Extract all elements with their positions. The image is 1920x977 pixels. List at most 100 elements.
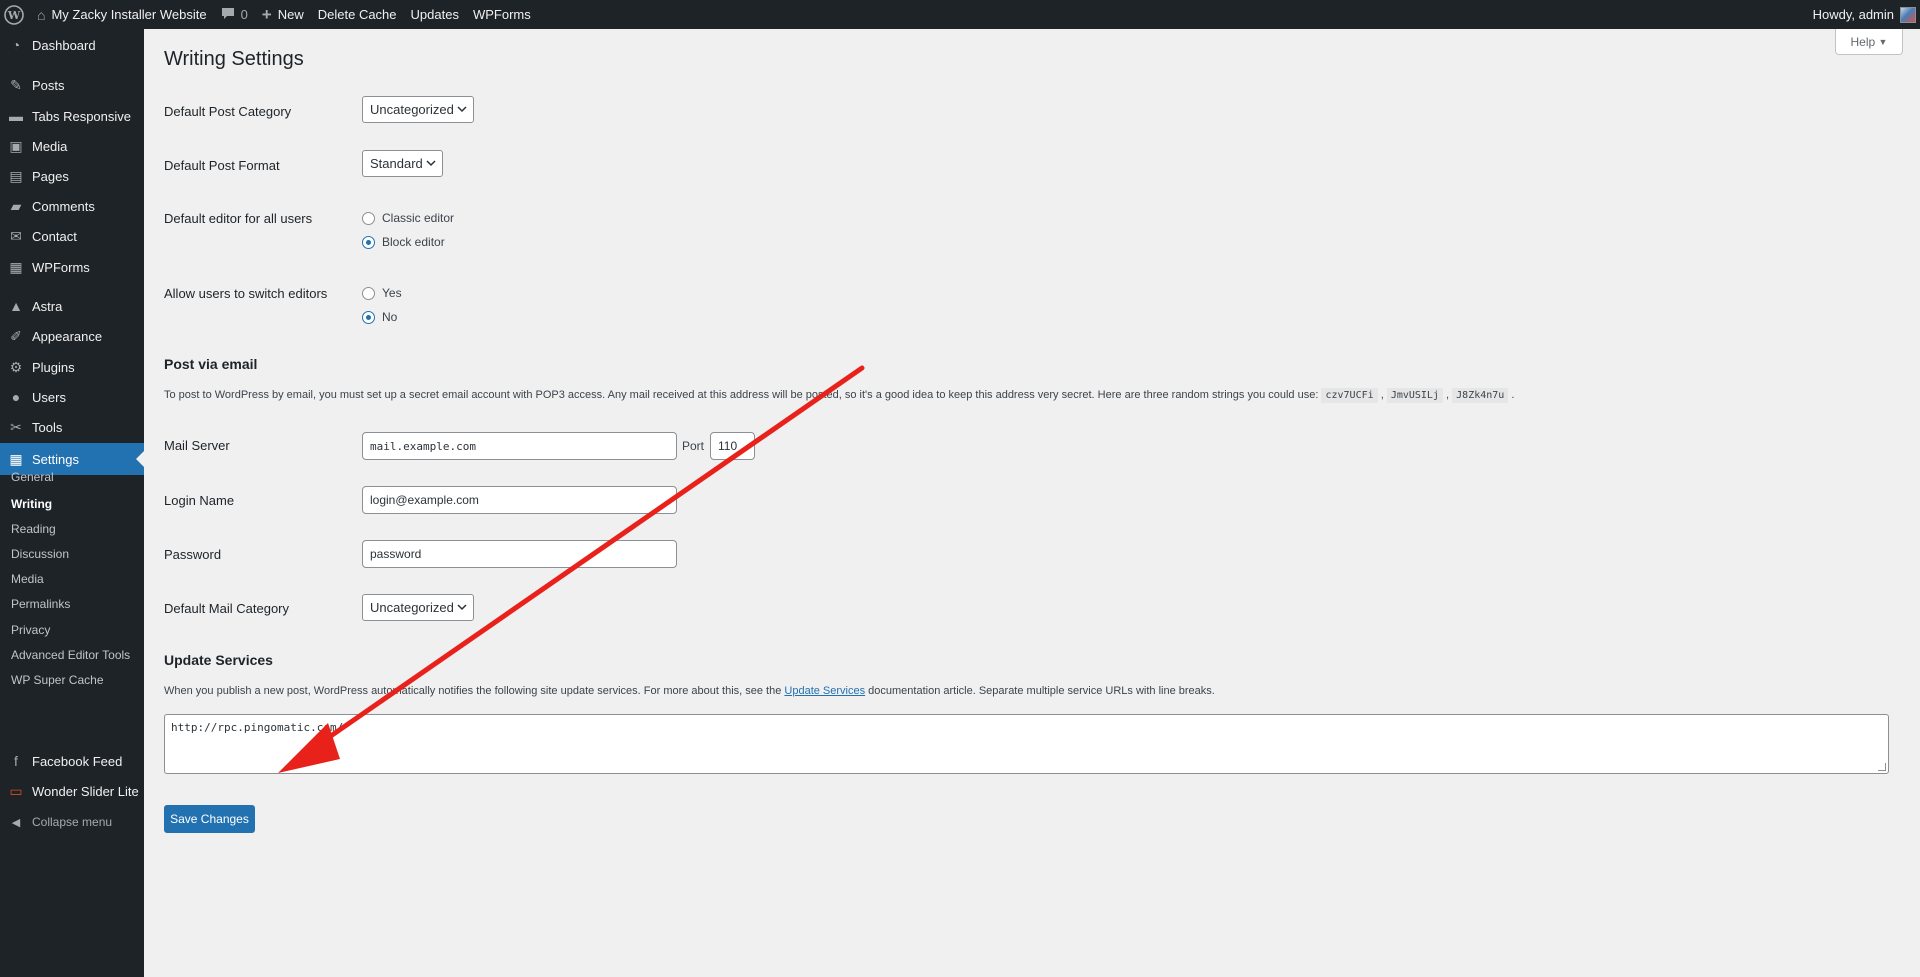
sidebar-item-comments[interactable]: ▰ Comments [0,191,144,221]
update-services-description: When you publish a new post, WordPress a… [164,685,1215,697]
submenu-item-permalinks[interactable]: Permalinks [11,597,70,611]
wrench-icon: ✂ [10,418,22,435]
avatar [1900,6,1916,23]
radio-button[interactable] [362,211,375,225]
settings-icon: ▦ [9,450,23,467]
block-editor-radio[interactable]: Block editor [362,235,445,249]
block-editor-label: Block editor [382,235,445,249]
submenu-item-discussion[interactable]: Discussion [11,547,69,561]
astra-icon: ▲ [9,298,23,314]
sidebar-item-label: Astra [32,298,63,314]
new-label: New [277,7,304,22]
default-post-format-select[interactable]: Standard [362,150,443,177]
sidebar-item-tabs-responsive[interactable]: ▬ Tabs Responsive [0,101,144,131]
sidebar-item-label: Tabs Responsive [32,108,131,124]
mail-server-input[interactable]: mail.example.com [362,432,677,460]
folder-icon: ▬ [9,108,23,124]
password-label: Password [164,547,222,562]
wordpress-logo-icon[interactable]: W [0,0,30,29]
radio-button[interactable] [362,286,375,300]
submenu-item-general[interactable]: General [11,470,54,484]
comments-link[interactable]: 0 [214,0,255,29]
sidebar-item-facebook-feed[interactable]: f Facebook Feed [0,746,144,776]
sidebar-item-label: Users [32,389,66,405]
default-post-format-value: Standard [370,156,423,171]
sidebar-item-media[interactable]: ▣ Media [0,131,144,161]
sidebar-item-label: Dashboard [32,37,96,53]
default-post-category-select[interactable]: Uncategorized [362,96,474,123]
radio-button-checked[interactable] [362,310,375,324]
sidebar-item-label: Posts [32,77,65,93]
default-mail-category-label: Default Mail Category [164,601,289,616]
sidebar-item-label: Wonder Slider Lite [32,783,139,799]
default-mail-category-select[interactable]: Uncategorized [362,594,474,621]
pages-icon: ▤ [9,167,23,184]
sidebar-item-label: Comments [32,198,95,214]
collapse-menu-button[interactable]: ◀ Collapse menu [0,807,144,837]
radio-button-checked[interactable] [362,235,375,249]
port-input[interactable]: 110 [710,432,755,460]
my-account-link[interactable]: Howdy, admin [1806,0,1920,29]
submenu-item-advanced-editor-tools[interactable]: Advanced Editor Tools [11,648,130,662]
sidebar-item-wpforms[interactable]: ▦ WPForms [0,252,144,282]
sidebar-item-label: Appearance [32,328,103,344]
login-name-label: Login Name [164,493,235,508]
sidebar-item-label: WPForms [32,259,90,275]
admin-bar: W ⌂ My Zacky Installer Website 0 + New D… [0,0,1920,29]
collapse-menu-label: Collapse menu [32,815,113,829]
pin-icon: ✎ [10,76,22,93]
sidebar-item-tools[interactable]: ✂ Tools [0,412,144,442]
plugin-icon: ⚙ [9,358,23,375]
sidebar-item-pages[interactable]: ▤ Pages [0,161,144,191]
post-via-email-description: To post to WordPress by email, you must … [164,388,1515,403]
forms-icon: ▦ [9,258,23,275]
submenu-item-privacy[interactable]: Privacy [11,623,50,637]
home-icon: ⌂ [37,6,46,23]
classic-editor-radio[interactable]: Classic editor [362,211,454,225]
allow-switch-yes-radio[interactable]: Yes [362,286,402,300]
sidebar-item-astra[interactable]: ▲ Astra [0,291,144,321]
save-changes-button[interactable]: Save Changes [164,805,255,833]
sidebar-item-wonder-slider-lite[interactable]: ▭ Wonder Slider Lite [0,776,144,806]
media-icon: ▣ [9,137,23,154]
updates-link[interactable]: Updates [404,0,466,29]
help-label: Help [1850,34,1876,49]
sidebar-item-posts[interactable]: ✎ Posts [0,70,144,100]
sidebar-item-label: Tools [32,419,63,435]
login-name-input[interactable]: login@example.com [362,486,677,514]
sidebar-item-contact[interactable]: ✉ Contact [0,221,144,251]
new-content-link[interactable]: + New [255,0,311,29]
update-services-text-before: When you publish a new post, WordPress a… [164,685,785,697]
sidebar-item-dashboard[interactable]: ◔ Dashboard [0,30,144,60]
submenu-item-writing[interactable]: Writing [11,497,52,511]
facebook-icon: f [14,753,18,769]
mail-icon: ✉ [10,227,22,244]
sidebar-item-plugins[interactable]: ⚙ Plugins [0,352,144,382]
submenu-item-wp-super-cache[interactable]: WP Super Cache [11,673,104,687]
help-button[interactable]: Help ▼ [1835,29,1903,55]
delete-cache-link[interactable]: Delete Cache [311,0,404,29]
submenu-item-reading[interactable]: Reading [11,522,56,536]
sidebar-item-label: Plugins [32,359,75,375]
site-name-link[interactable]: ⌂ My Zacky Installer Website [30,0,214,29]
page-title: Writing Settings [164,48,304,70]
default-mail-category-value: Uncategorized [370,600,454,615]
password-input[interactable]: password [362,540,677,568]
wpforms-link[interactable]: WPForms [466,0,538,29]
site-name: My Zacky Installer Website [51,7,207,22]
sidebar-item-label: Settings [32,451,79,467]
main-content: Help ▼ Writing Settings Default Post Cat… [144,29,1920,977]
comment-bubble-icon [221,6,235,23]
comment-icon: ▰ [10,197,22,214]
allow-switch-no-radio[interactable]: No [362,310,397,324]
sidebar-item-appearance[interactable]: ✐ Appearance [0,321,144,351]
collapse-icon: ◀ [11,816,21,829]
update-services-text-after: documentation article. Separate multiple… [865,685,1215,697]
ping-sites-textarea[interactable]: http://rpc.pingomatic.com/ [164,714,1889,774]
submenu-item-media[interactable]: Media [11,572,44,586]
random-string-2: JmvUSILj [1386,388,1443,403]
random-string-1: czv7UCFi [1321,388,1378,403]
update-services-link[interactable]: Update Services [784,685,865,697]
sidebar-item-users[interactable]: ● Users [0,382,144,412]
chevron-down-icon [457,101,467,122]
